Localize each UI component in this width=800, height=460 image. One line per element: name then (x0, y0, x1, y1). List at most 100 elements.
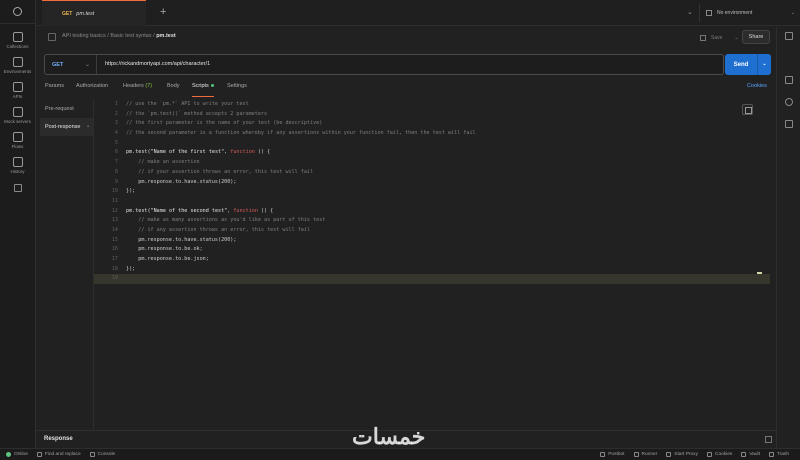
code-line[interactable]: 19 (94, 274, 770, 285)
chevron-down-icon[interactable]: ⌄ (734, 35, 738, 41)
breadcrumb-current: pm.test (156, 33, 176, 39)
scripts-sidebar: Pre-request Post-response • (40, 100, 94, 430)
code-line[interactable]: 12 pm.test("Name of the second test", fun… (94, 207, 770, 217)
info-icon[interactable] (784, 120, 793, 128)
method-selector[interactable]: GET ⌄ (45, 55, 97, 74)
status-vault[interactable]: Vault (741, 452, 760, 457)
status-trash[interactable]: Trash (768, 452, 789, 457)
code-text: pm.test("Name of the second test", funct… (126, 207, 273, 217)
user-icon[interactable] (13, 7, 22, 16)
code-line[interactable]: 9 pm.response.to.have.status(200); (94, 178, 770, 188)
send-button[interactable]: Send ⌄ (725, 54, 771, 75)
status-start-proxy[interactable]: Start Proxy (666, 452, 698, 457)
code-text: // make an assertion (126, 158, 200, 168)
cookies-icon (706, 452, 712, 457)
code-line[interactable]: 5 (94, 139, 770, 149)
tab-authorization[interactable]: Authorization (76, 83, 108, 97)
code-text: // the second parameter is a function wh… (126, 129, 476, 139)
request-tab[interactable]: GET pm.test (42, 0, 146, 26)
code-text: // use the `pm.*` API to write your test (126, 100, 249, 110)
code-line[interactable]: 6 pm.test("Name of the first test", funct… (94, 148, 770, 158)
share-button[interactable]: Share (742, 30, 770, 44)
sidebar-item-environments[interactable]: Environments (0, 57, 35, 74)
cookies-link[interactable]: Cookies (747, 83, 767, 89)
chevron-down-icon: ⌄ (84, 62, 90, 68)
tab-overflow-chevron-icon[interactable]: ⌄ (687, 8, 693, 16)
code-line[interactable]: 17 pm.response.to.be.json; (94, 255, 770, 265)
sidebar-item-flows[interactable]: Flows (0, 132, 35, 149)
post-response-label: Post-response (45, 124, 81, 130)
tab-body[interactable]: Body (167, 83, 180, 97)
code-text: // make as many assertions as you'd like… (126, 216, 325, 226)
sidebar-item-history[interactable]: History (0, 157, 35, 174)
pre-request-item[interactable]: Pre-request (40, 100, 93, 118)
code-line[interactable]: 13 // make as many assertions as you'd l… (94, 216, 770, 226)
line-number: 14 (111, 226, 118, 233)
method-label: GET (52, 61, 64, 68)
line-number: 3 (114, 120, 118, 127)
post-response-item[interactable]: Post-response • (40, 118, 93, 136)
expand-panel-icon[interactable] (765, 436, 772, 443)
status-label: Runner (641, 452, 658, 457)
sidebar-item-apis[interactable]: APIs (0, 82, 35, 99)
code-icon[interactable] (784, 76, 793, 84)
url-input[interactable]: https://rickandmortyapi.com/api/characte… (105, 61, 210, 67)
code-line[interactable]: 10}); (94, 187, 770, 197)
code-line[interactable]: 15 pm.response.to.have.status(200); (94, 236, 770, 246)
code-token: // make an assertion (126, 159, 200, 166)
status-online[interactable]: Online (6, 452, 28, 457)
comments-icon[interactable] (784, 98, 793, 106)
environment-selector[interactable]: No environment ⌄ (699, 4, 799, 22)
tab-params[interactable]: Params (45, 83, 64, 97)
request-header: API testing basics / Basic test syntax /… (36, 27, 776, 49)
code-token: }); (126, 188, 136, 195)
status-label: Postbot (608, 452, 625, 457)
environment-label: No environment (717, 10, 753, 16)
code-token: }); (126, 265, 136, 272)
sidebar-item-collections[interactable]: Collections (0, 32, 35, 49)
breadcrumb-collection[interactable]: API testing basics (62, 33, 106, 39)
save-button[interactable]: Save ⌄ (700, 31, 739, 45)
status-runner[interactable]: Runner (633, 452, 658, 457)
breadcrumb-separator: / (107, 33, 109, 39)
configure-sidebar-icon[interactable] (13, 184, 22, 192)
status-console[interactable]: Console (89, 452, 115, 457)
code-line[interactable]: 8 // if your assertion throws an error, … (94, 168, 770, 178)
code-text: // the `pm.test()` method accepts 2 para… (126, 110, 267, 120)
status-cookies[interactable]: Cookies (706, 452, 732, 457)
code-line[interactable]: 14 // if any assertion throws an error, … (94, 226, 770, 236)
code-line[interactable]: 7 // make an assertion (94, 158, 770, 168)
code-token: () { (254, 149, 271, 156)
sidebar-item-label: History (10, 169, 25, 174)
code-line[interactable]: 2 // the `pm.test()` method accepts 2 par… (94, 110, 770, 120)
snippets-icon[interactable] (742, 104, 753, 115)
tab-scripts[interactable]: Scripts (192, 83, 214, 97)
status-label: Vault (749, 452, 760, 457)
scrollbar-marker (757, 272, 762, 274)
collections-icon (12, 32, 23, 42)
code-line[interactable]: 16 pm.response.to.be.ok; (94, 245, 770, 255)
code-token: pm.response.to.be.json; (126, 256, 209, 262)
mock-servers-icon (12, 107, 23, 117)
line-number: 1 (114, 101, 118, 107)
breadcrumb-folder[interactable]: Basic test syntax (110, 33, 151, 39)
online-status-icon (6, 452, 11, 457)
tab-settings[interactable]: Settings (227, 83, 247, 97)
sidebar-item-mock-servers[interactable]: Mock servers (0, 107, 35, 124)
code-line[interactable]: 3 // the first parameter is the name of y… (94, 119, 770, 129)
documentation-icon[interactable] (784, 32, 793, 40)
code-line[interactable]: 1 // use the `pm.*` API to write your tes… (94, 100, 770, 110)
code-editor[interactable]: 1 // use the `pm.*` API to write your tes… (94, 100, 770, 430)
new-tab-plus-icon[interactable]: + (160, 6, 166, 18)
code-token: function (233, 207, 258, 214)
send-options-chevron-icon[interactable]: ⌄ (757, 54, 771, 75)
code-token: pm.response.to.have.status(200); (126, 178, 237, 185)
status-postbot[interactable]: Postbot (600, 452, 625, 457)
code-token: // the second parameter is a function wh… (126, 130, 476, 137)
watermark: خمسات (352, 424, 426, 449)
code-line[interactable]: 4 // the second parameter is a function w… (94, 129, 770, 139)
code-line[interactable]: 11 (94, 197, 770, 207)
status-find-and-replace[interactable]: Find and replace (36, 452, 81, 457)
code-line[interactable]: 18}); (94, 265, 770, 275)
tab-headers[interactable]: Headers (7) (123, 83, 152, 97)
